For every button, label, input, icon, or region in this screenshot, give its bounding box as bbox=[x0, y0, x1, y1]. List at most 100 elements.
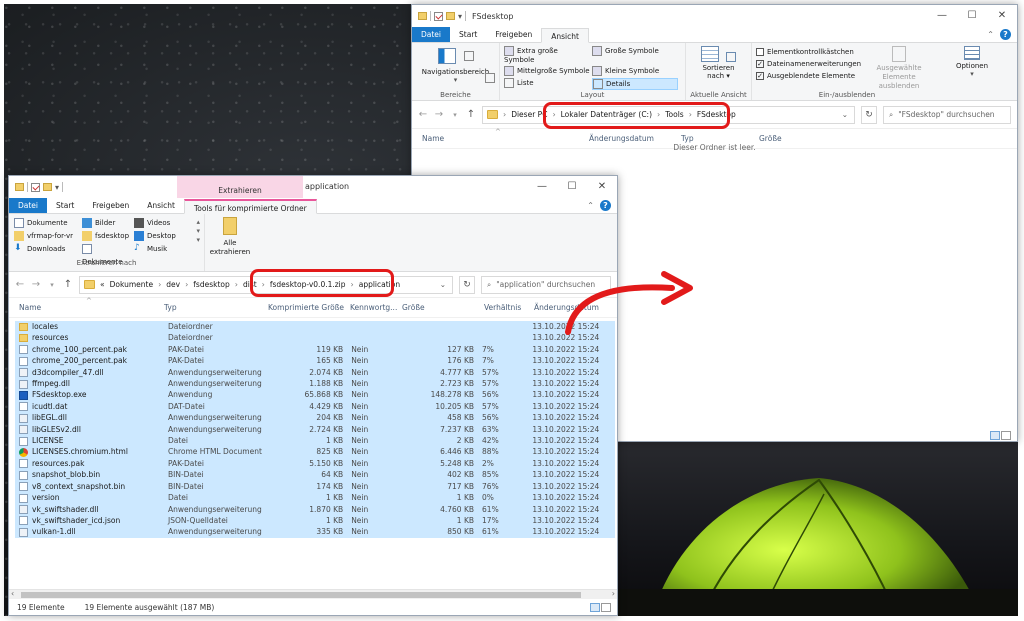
minimize-button[interactable]: — bbox=[927, 5, 957, 27]
properties-icon[interactable] bbox=[31, 182, 40, 192]
new-folder-icon[interactable] bbox=[446, 12, 455, 20]
column-size[interactable]: Größe bbox=[397, 303, 479, 312]
up-icon[interactable]: ↑ bbox=[466, 109, 476, 120]
tab-start[interactable]: Start bbox=[450, 27, 486, 42]
scroll-left-icon[interactable]: ‹ bbox=[11, 589, 14, 598]
breadcrumb-documents[interactable]: Dokumente bbox=[110, 280, 153, 289]
column-size[interactable]: Größe bbox=[754, 134, 834, 143]
breadcrumb-this-pc[interactable]: Dieser PC bbox=[511, 110, 547, 119]
table-row[interactable]: libEGL.dll Anwendungserweiterung 204 KB Nei… bbox=[15, 412, 615, 424]
extract-to-vfrmap[interactable]: vfrmap-for-vr bbox=[14, 230, 82, 243]
table-row[interactable]: d3dcompiler_47.dll Anwendungserweiterung 2… bbox=[15, 366, 615, 379]
preview-pane-icon[interactable] bbox=[463, 51, 474, 61]
horizontal-scrollbar[interactable]: ‹ › bbox=[9, 589, 617, 599]
extract-to-scroll[interactable]: ▴ ▾ ▾ bbox=[196, 218, 200, 245]
layout-small-icons[interactable]: Kleine Symbole bbox=[592, 66, 678, 76]
file-extensions-toggle[interactable]: ✓ Dateinamenerweiterungen bbox=[756, 58, 861, 70]
chevron-down-icon[interactable]: ⌄ bbox=[842, 110, 848, 119]
tab-file[interactable]: Datei bbox=[412, 27, 451, 42]
table-row[interactable]: FSdesktop.exe Anwendung 65.868 KB Nein 148.2… bbox=[15, 389, 615, 401]
chevron-down-icon[interactable]: ▾ bbox=[55, 183, 59, 192]
table-row[interactable]: resources Dateiordner 13.10.2022 15:24 bbox=[15, 332, 615, 344]
table-row[interactable]: vk_swiftshader.dll Anwendungserweiterung 1… bbox=[15, 503, 615, 515]
table-row[interactable]: icudtl.dat DAT-Datei 4.429 KB Nein 10.205 KB… bbox=[15, 400, 615, 413]
chevron-down-icon[interactable]: ⌄ bbox=[440, 280, 446, 289]
recent-locations-icon[interactable]: ▾ bbox=[47, 281, 57, 289]
group-by-icon[interactable] bbox=[725, 52, 736, 62]
extract-all-button[interactable]: Alle extrahieren bbox=[205, 214, 255, 271]
column-ratio[interactable]: Verhältnis bbox=[479, 303, 529, 312]
navigation-pane-icon[interactable] bbox=[437, 48, 456, 64]
up-icon[interactable]: ↑ bbox=[63, 279, 73, 290]
minimize-button[interactable]: — bbox=[527, 176, 557, 198]
close-button[interactable]: ✕ bbox=[987, 5, 1017, 27]
table-row[interactable]: locales Dateiordner 13.10.2022 15:24 bbox=[15, 321, 615, 333]
table-row[interactable]: vulkan-1.dll Anwendungserweiterung 335 KB N… bbox=[15, 526, 615, 538]
extract-to-fsdesktop[interactable]: fsdesktop bbox=[82, 230, 134, 243]
close-button[interactable]: ✕ bbox=[587, 176, 617, 198]
search-input[interactable]: ⌕ "FSdesktop" durchsuchen bbox=[883, 105, 1011, 124]
extract-to-documents[interactable]: Dokumente bbox=[14, 217, 82, 230]
table-row[interactable]: chrome_100_percent.pak PAK-Datei 119 KB Nei… bbox=[15, 343, 615, 356]
ribbon-collapse-icon[interactable]: ⌃ bbox=[587, 201, 594, 210]
table-row[interactable]: snapshot_blob.bin BIN-Datei 64 KB Nein 402 K… bbox=[15, 469, 615, 481]
maximize-button[interactable]: ☐ bbox=[557, 176, 587, 198]
help-icon[interactable]: ? bbox=[1000, 29, 1011, 40]
tab-share[interactable]: Freigeben bbox=[486, 27, 541, 42]
sort-icon[interactable] bbox=[701, 46, 720, 62]
options-button[interactable]: Optionen bbox=[946, 62, 998, 70]
table-row[interactable]: v8_context_snapshot.bin BIN-Datei 174 KB Ne… bbox=[15, 480, 615, 493]
scrollbar-thumb[interactable] bbox=[21, 592, 581, 598]
sort-button[interactable]: Sortieren bbox=[690, 64, 747, 72]
table-row[interactable]: LICENSE Datei 1 KB Nein 2 KB 42% 13.10.2022 15… bbox=[15, 435, 615, 447]
layout-medium-icons[interactable]: Mittelgroße Symbole bbox=[504, 66, 590, 76]
scroll-right-icon[interactable]: › bbox=[612, 589, 615, 598]
tab-file[interactable]: Datei bbox=[9, 198, 48, 213]
chevron-down-icon[interactable]: ▾ bbox=[458, 12, 462, 21]
column-name[interactable]: Name ^ bbox=[412, 128, 584, 143]
back-icon[interactable]: ← bbox=[418, 109, 428, 120]
column-name[interactable]: Name ^ bbox=[9, 297, 159, 312]
column-compressed-size[interactable]: Komprimierte Größe bbox=[263, 303, 345, 312]
table-row[interactable]: chrome_200_percent.pak PAK-Datei 165 KB Nei… bbox=[15, 355, 615, 367]
extract-to-videos[interactable]: Videos bbox=[134, 217, 194, 230]
hide-selected-button[interactable]: Ausgewählte Elemente ausblenden bbox=[864, 46, 934, 91]
item-checkboxes-toggle[interactable]: Elementkontrollkästchen bbox=[756, 46, 861, 58]
table-row[interactable]: libGLESv2.dll Anwendungserweiterung 2.724 … bbox=[15, 423, 615, 436]
column-password[interactable]: Kennwortg... bbox=[345, 303, 397, 312]
tab-view[interactable]: Ansicht bbox=[138, 198, 184, 213]
ribbon-collapse-icon[interactable]: ⌃ bbox=[987, 30, 994, 39]
column-type[interactable]: Typ bbox=[159, 303, 263, 312]
tab-share[interactable]: Freigeben bbox=[83, 198, 138, 213]
details-pane-icon[interactable] bbox=[485, 73, 495, 83]
forward-icon[interactable]: → bbox=[434, 109, 444, 120]
tab-view[interactable]: Ansicht bbox=[541, 28, 589, 43]
forward-icon[interactable]: → bbox=[31, 279, 41, 290]
large-icons-view-icon[interactable] bbox=[1001, 431, 1011, 440]
help-icon[interactable]: ? bbox=[600, 200, 611, 211]
table-row[interactable]: LICENSES.chromium.html Chrome HTML Docume… bbox=[15, 446, 615, 458]
extract-to-desktop[interactable]: Desktop bbox=[134, 230, 194, 243]
layout-list[interactable]: Liste bbox=[504, 78, 590, 90]
table-row[interactable]: resources.pak PAK-Datei 5.150 KB Nein 5.248 … bbox=[15, 457, 615, 470]
refresh-button[interactable]: ↻ bbox=[459, 275, 475, 294]
details-view-icon[interactable] bbox=[590, 603, 600, 612]
extract-to-pictures[interactable]: Bilder bbox=[82, 217, 134, 230]
hidden-items-toggle[interactable]: ✓ Ausgeblendete Elemente bbox=[756, 70, 861, 82]
new-folder-icon[interactable] bbox=[43, 183, 52, 191]
recent-locations-icon[interactable]: ▾ bbox=[450, 111, 460, 119]
table-row[interactable]: version Datei 1 KB Nein 1 KB 0% 13.10.2022 15:… bbox=[15, 492, 615, 504]
column-type[interactable]: Typ bbox=[676, 134, 754, 143]
maximize-button[interactable]: ☐ bbox=[957, 5, 987, 27]
navigation-pane-button[interactable]: Navigationsbereich bbox=[416, 68, 495, 76]
layout-large-icons[interactable]: Große Symbole bbox=[592, 46, 678, 64]
refresh-button[interactable]: ↻ bbox=[861, 105, 877, 124]
properties-icon[interactable] bbox=[434, 11, 443, 21]
large-icons-view-icon[interactable] bbox=[601, 603, 611, 612]
layout-details[interactable]: Details bbox=[592, 78, 678, 90]
layout-extra-large-icons[interactable]: Extra große Symbole bbox=[504, 46, 590, 64]
breadcrumb-dev[interactable]: dev bbox=[166, 280, 180, 289]
table-row[interactable]: ffmpeg.dll Anwendungserweiterung 1.188 KB N… bbox=[15, 378, 615, 390]
column-date[interactable]: Änderungsdatum bbox=[584, 134, 676, 143]
table-row[interactable]: vk_swiftshader_icd.json JSON-Quelldatei 1 … bbox=[15, 514, 615, 527]
